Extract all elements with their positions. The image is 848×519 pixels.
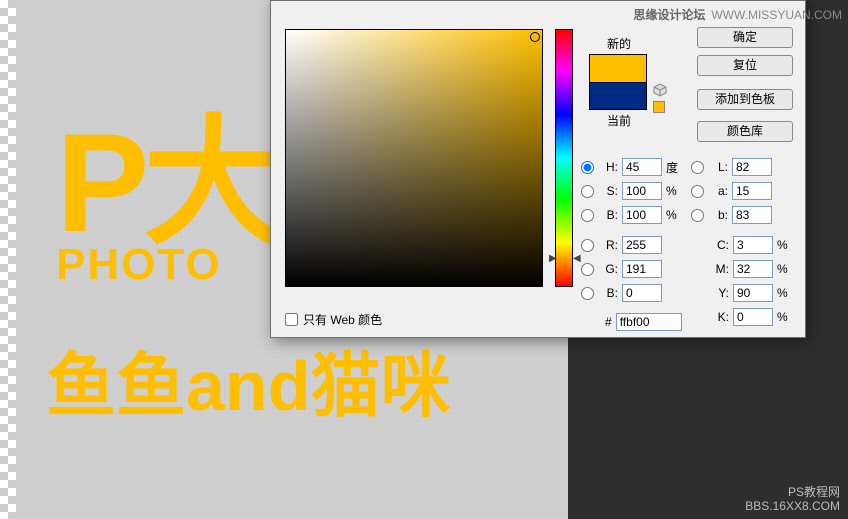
magenta-label: M: — [707, 262, 729, 276]
reset-button[interactable]: 复位 — [697, 55, 793, 76]
cyan-row: C: % — [707, 235, 791, 255]
color-picker-dialog: ▶ ◀ 新的 当前 确定 复位 添加到色板 颜色库 H: 度 S: % B: %… — [270, 0, 806, 338]
color-comparison: 新的 当前 — [589, 35, 649, 131]
black-label: K: — [707, 310, 729, 324]
cyan-unit: % — [777, 238, 791, 252]
hex-label: # — [605, 315, 612, 329]
lab-a-label: a: — [706, 184, 728, 198]
lab-a-input[interactable] — [732, 182, 772, 200]
yellow-unit: % — [777, 286, 791, 300]
lab-l-input[interactable] — [732, 158, 772, 176]
current-color-label: 当前 — [589, 112, 649, 129]
lab-l-row: L: — [691, 157, 790, 177]
cyan-input[interactable] — [733, 236, 773, 254]
hue-input[interactable] — [622, 158, 662, 176]
hue-slider[interactable] — [555, 29, 573, 287]
color-field[interactable] — [285, 29, 543, 287]
brightness-unit: % — [666, 208, 680, 222]
lab-a-radio[interactable] — [691, 185, 704, 198]
artwork-text-medium: PHOTO — [56, 240, 222, 290]
lab-l-label: L: — [706, 160, 728, 174]
red-radio[interactable] — [581, 239, 594, 252]
green-radio[interactable] — [581, 263, 594, 276]
black-row: K: % — [707, 307, 791, 327]
hue-unit: 度 — [666, 159, 680, 176]
red-input[interactable] — [622, 236, 662, 254]
color-libraries-button[interactable]: 颜色库 — [697, 121, 793, 142]
artwork-text-lower: 鱼鱼and猫咪 — [46, 330, 450, 431]
lab-b-row: b: — [691, 205, 790, 225]
brightness-input[interactable] — [622, 206, 662, 224]
lab-b-label: b: — [706, 208, 728, 222]
hue-row: H: 度 — [581, 157, 680, 177]
black-input[interactable] — [733, 308, 773, 326]
hue-slider-handle-left[interactable]: ▶ — [549, 253, 557, 264]
saturation-label: S: — [596, 184, 618, 198]
green-row: G: — [581, 259, 680, 279]
blue-input[interactable] — [622, 284, 662, 302]
hex-row: # — [605, 313, 682, 331]
lab-a-row: a: — [691, 181, 790, 201]
top-watermark: 思缘设计论坛WWW.MISSYUAN.COM — [633, 6, 842, 23]
hue-label: H: — [596, 160, 618, 174]
saturation-input[interactable] — [622, 182, 662, 200]
current-color-swatch[interactable] — [589, 82, 647, 110]
bottom-watermark: PS教程网 BBS.16XX8.COM — [745, 485, 840, 513]
green-label: G: — [596, 262, 618, 276]
blue-row: B: — [581, 283, 680, 303]
yellow-row: Y: % — [707, 283, 791, 303]
websafe-swatch[interactable] — [653, 101, 665, 113]
brightness-row: B: % — [581, 205, 680, 225]
ok-button[interactable]: 确定 — [697, 27, 793, 48]
new-color-label: 新的 — [589, 35, 649, 52]
green-input[interactable] — [622, 260, 662, 278]
saturation-radio[interactable] — [581, 185, 594, 198]
add-to-swatches-button[interactable]: 添加到色板 — [697, 89, 793, 110]
web-colors-label: 只有 Web 颜色 — [303, 311, 382, 328]
magenta-row: M: % — [707, 259, 791, 279]
black-unit: % — [777, 310, 791, 324]
saturation-unit: % — [666, 184, 680, 198]
saturation-row: S: % — [581, 181, 680, 201]
yellow-input[interactable] — [733, 284, 773, 302]
blue-label: B: — [596, 286, 618, 300]
brightness-radio[interactable] — [581, 209, 594, 222]
out-of-gamut-icon[interactable] — [653, 83, 667, 97]
lab-b-radio[interactable] — [691, 209, 704, 222]
lab-l-radio[interactable] — [691, 161, 704, 174]
magenta-unit: % — [777, 262, 791, 276]
web-colors-checkbox[interactable] — [285, 313, 298, 326]
new-color-swatch[interactable] — [589, 54, 647, 82]
web-colors-only: 只有 Web 颜色 — [285, 311, 382, 328]
cyan-label: C: — [707, 238, 729, 252]
yellow-label: Y: — [707, 286, 729, 300]
lab-b-input[interactable] — [732, 206, 772, 224]
blue-radio[interactable] — [581, 287, 594, 300]
hue-radio[interactable] — [581, 161, 594, 174]
red-row: R: — [581, 235, 680, 255]
magenta-input[interactable] — [733, 260, 773, 278]
brightness-label: B: — [596, 208, 618, 222]
color-field-cursor — [530, 32, 540, 42]
hex-input[interactable] — [616, 313, 682, 331]
hue-slider-handle-right[interactable]: ◀ — [573, 253, 581, 264]
red-label: R: — [596, 238, 618, 252]
